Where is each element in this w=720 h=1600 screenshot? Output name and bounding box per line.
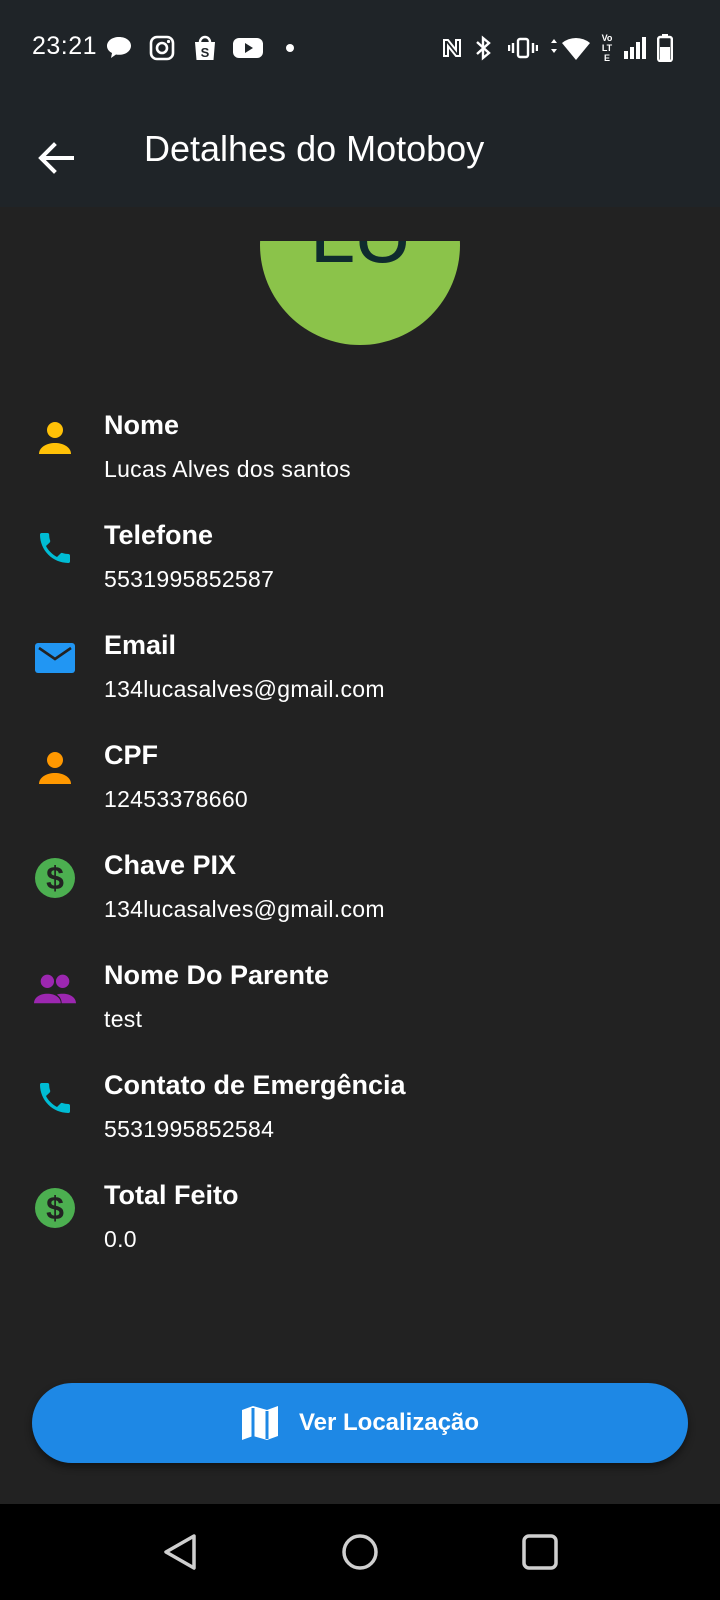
screen: 23:21 S Vo LTE Detalhes do Motoboy LU No…: [0, 0, 720, 1600]
nav-back-button[interactable]: [156, 1528, 204, 1576]
field-nome: Nome Lucas Alves dos santos: [0, 410, 720, 520]
person-icon: [34, 747, 76, 789]
field-label: Total Feito: [104, 1180, 239, 1210]
people-icon: [34, 967, 76, 1009]
wifi-icon: [548, 34, 592, 62]
field-telefone: Telefone 5531995852587: [0, 520, 720, 630]
phone-icon: [34, 1077, 76, 1119]
dollar-icon: $: [34, 857, 76, 899]
page-title: Detalhes do Motoboy: [144, 128, 485, 169]
dollar-icon: $: [34, 1187, 76, 1229]
field-label: Nome Do Parente: [104, 960, 330, 990]
chat-bubble-icon: [104, 34, 134, 62]
field-email: Email 134lucasalves@gmail.com: [0, 630, 720, 740]
top-bar: 23:21 S Vo LTE Detalhes do Motoboy: [0, 0, 720, 207]
vibrate-icon: [508, 34, 538, 62]
system-nav-bar: [0, 1504, 720, 1600]
recents-square-icon: [522, 1534, 558, 1570]
field-value: test: [104, 1006, 143, 1032]
phone-icon: [34, 527, 76, 569]
field-label: Nome: [104, 410, 180, 440]
person-icon: [34, 417, 76, 459]
youtube-icon: [232, 34, 264, 62]
field-nome-do-parente: Nome Do Parente test: [0, 960, 720, 1070]
field-label: CPF: [104, 740, 158, 770]
field-label: Email: [104, 630, 177, 660]
app-bar: Detalhes do Motoboy: [0, 96, 720, 207]
dot-icon: [284, 34, 296, 62]
nav-recents-button[interactable]: [516, 1528, 564, 1576]
volte-text: Vo LTE: [601, 33, 613, 63]
svg-text:$: $: [46, 860, 64, 896]
field-label: Contato de Emergência: [104, 1070, 406, 1100]
field-value: 134lucasalves@gmail.com: [104, 676, 385, 702]
instagram-icon: [148, 34, 176, 62]
signal-icon: [622, 34, 648, 62]
ver-localizacao-button[interactable]: Ver Localização: [32, 1383, 688, 1463]
field-value: 5531995852587: [104, 566, 275, 592]
battery-icon: [656, 34, 674, 62]
back-triangle-icon: [164, 1534, 196, 1570]
field-total-feito: $ Total Feito 0.0: [0, 1180, 720, 1290]
bluetooth-icon: [472, 34, 494, 62]
volte-icon: Vo LTE: [598, 33, 616, 63]
home-circle-icon: [342, 1534, 378, 1570]
status-bar: 23:21 S Vo LTE: [0, 0, 720, 96]
shopee-icon: S: [192, 34, 218, 62]
field-chave-pix: $ Chave PIX 134lucasalves@gmail.com: [0, 850, 720, 960]
field-value: 12453378660: [104, 786, 249, 812]
map-icon: [241, 1406, 278, 1440]
field-label: Chave PIX: [104, 850, 237, 880]
field-value: 0.0: [104, 1226, 137, 1252]
details-content: LU Nome Lucas Alves dos santos Telefone …: [0, 207, 720, 1504]
ver-localizacao-label: Ver Localização: [298, 1409, 480, 1436]
field-label: Telefone: [104, 520, 214, 550]
avatar-clip: [0, 207, 720, 241]
svg-text:S: S: [201, 45, 210, 60]
field-value: 134lucasalves@gmail.com: [104, 896, 385, 922]
status-time: 23:21: [32, 32, 98, 60]
nav-home-button[interactable]: [336, 1528, 384, 1576]
field-value: 5531995852584: [104, 1116, 275, 1142]
nfc-icon: [440, 34, 464, 62]
field-contato-emergencia: Contato de Emergência 5531995852584: [0, 1070, 720, 1180]
arrow-back-icon: [38, 142, 74, 174]
field-cpf: CPF 12453378660: [0, 740, 720, 850]
field-value: Lucas Alves dos santos: [104, 456, 351, 482]
email-icon: [34, 637, 76, 679]
svg-text:$: $: [46, 1190, 64, 1226]
back-button[interactable]: [24, 126, 88, 190]
